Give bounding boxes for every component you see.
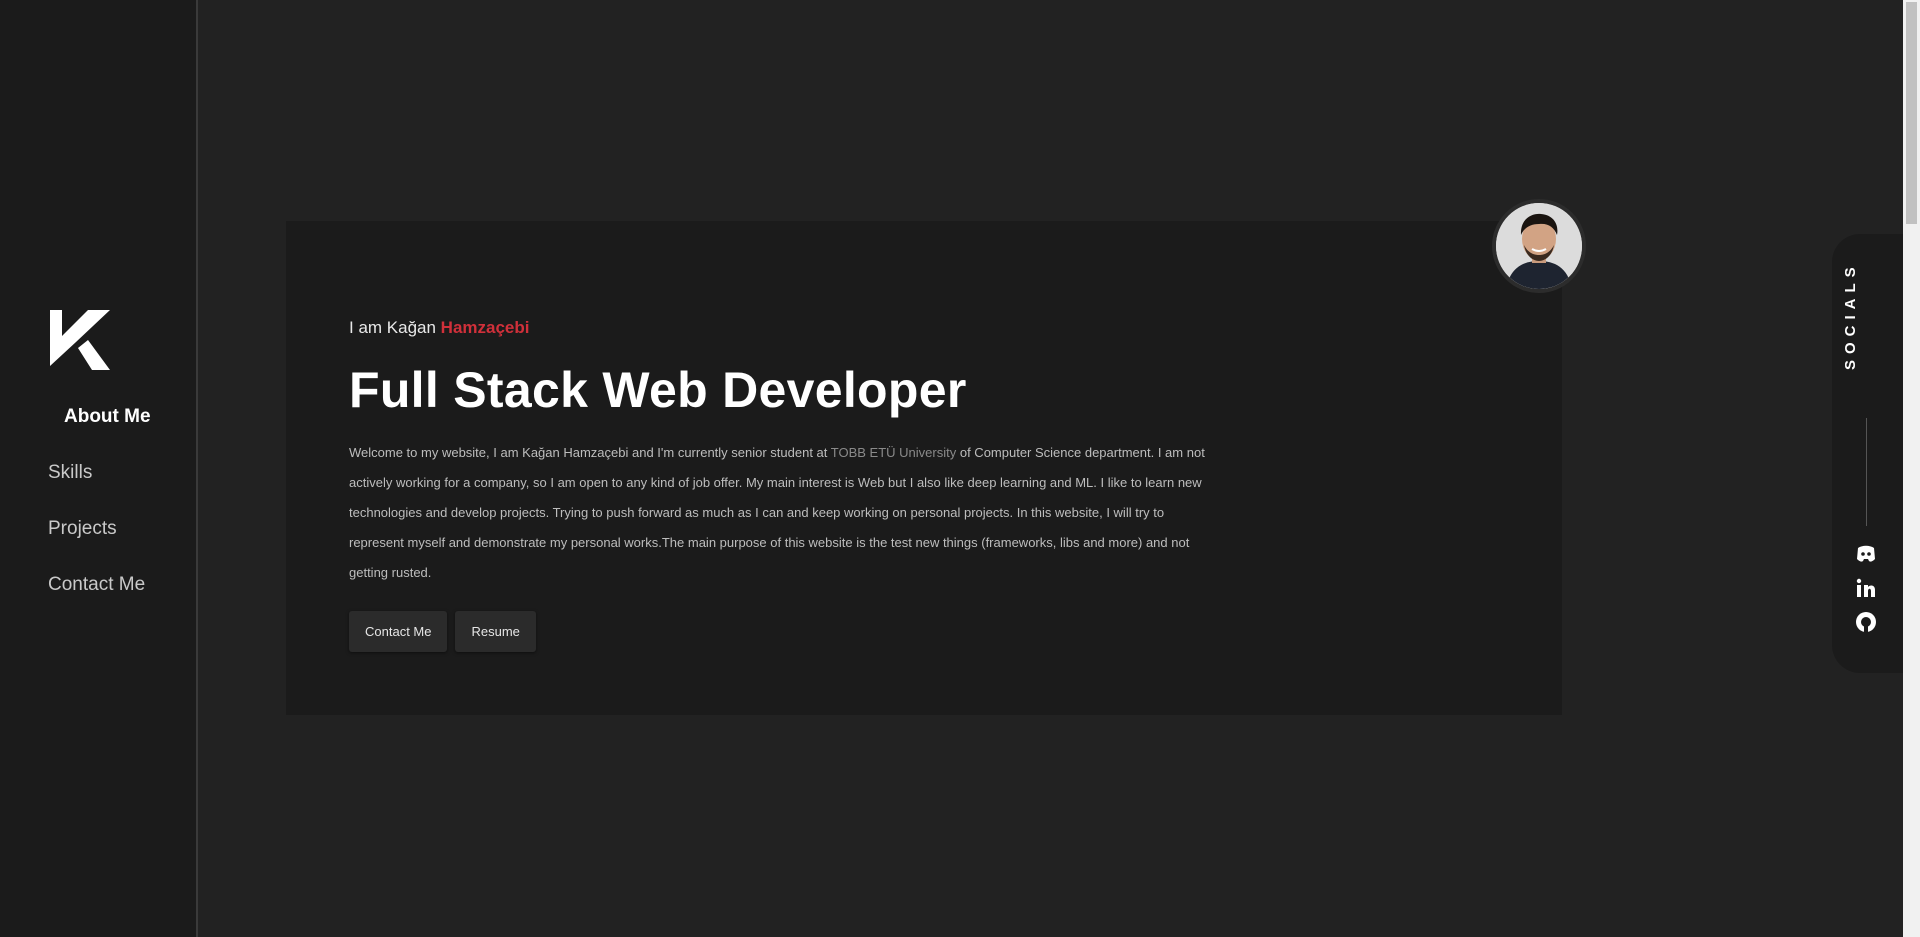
intro-surname: Hamzaçebi (440, 318, 530, 337)
socials-panel: SOCIALS (1832, 234, 1903, 673)
sidebar-item-contact-me[interactable]: Contact Me (48, 570, 198, 626)
sidebar-item-projects[interactable]: Projects (48, 514, 198, 570)
resume-button[interactable]: Resume (455, 611, 536, 652)
github-icon[interactable] (1854, 610, 1878, 634)
sidebar-item-about-me[interactable]: About Me (48, 402, 198, 458)
university-link[interactable]: TOBB ETÜ University (831, 445, 956, 460)
profile-photo (1496, 203, 1582, 289)
bio-text: Welcome to my website, I am Kağan Hamzaç… (349, 438, 1219, 588)
avatar (1492, 199, 1586, 293)
hero-card: I am Kağan Hamzaçebi Full Stack Web Deve… (286, 221, 1562, 715)
discord-icon[interactable] (1854, 542, 1878, 566)
hero-buttons: Contact Me Resume (349, 611, 536, 652)
sidebar: About Me Skills Projects Contact Me (0, 0, 198, 937)
linkedin-icon[interactable] (1854, 576, 1878, 600)
socials-label: SOCIALS (1842, 261, 1859, 370)
sidebar-nav: About Me Skills Projects Contact Me (48, 402, 198, 626)
bio-part2: of Computer Science department. I am not… (349, 445, 1205, 580)
intro-prefix: I am Kağan (349, 318, 441, 337)
k-logo-icon[interactable] (48, 308, 112, 372)
intro-line: I am Kağan Hamzaçebi (349, 318, 530, 338)
contact-me-button[interactable]: Contact Me (349, 611, 448, 652)
sidebar-item-skills[interactable]: Skills (48, 458, 198, 514)
page-scrollbar[interactable] (1903, 0, 1920, 937)
page-title: Full Stack Web Developer (349, 362, 967, 418)
bio-part1: Welcome to my website, I am Kağan Hamzaç… (349, 445, 831, 460)
scrollbar-thumb[interactable] (1906, 2, 1917, 224)
socials-divider (1866, 418, 1867, 526)
